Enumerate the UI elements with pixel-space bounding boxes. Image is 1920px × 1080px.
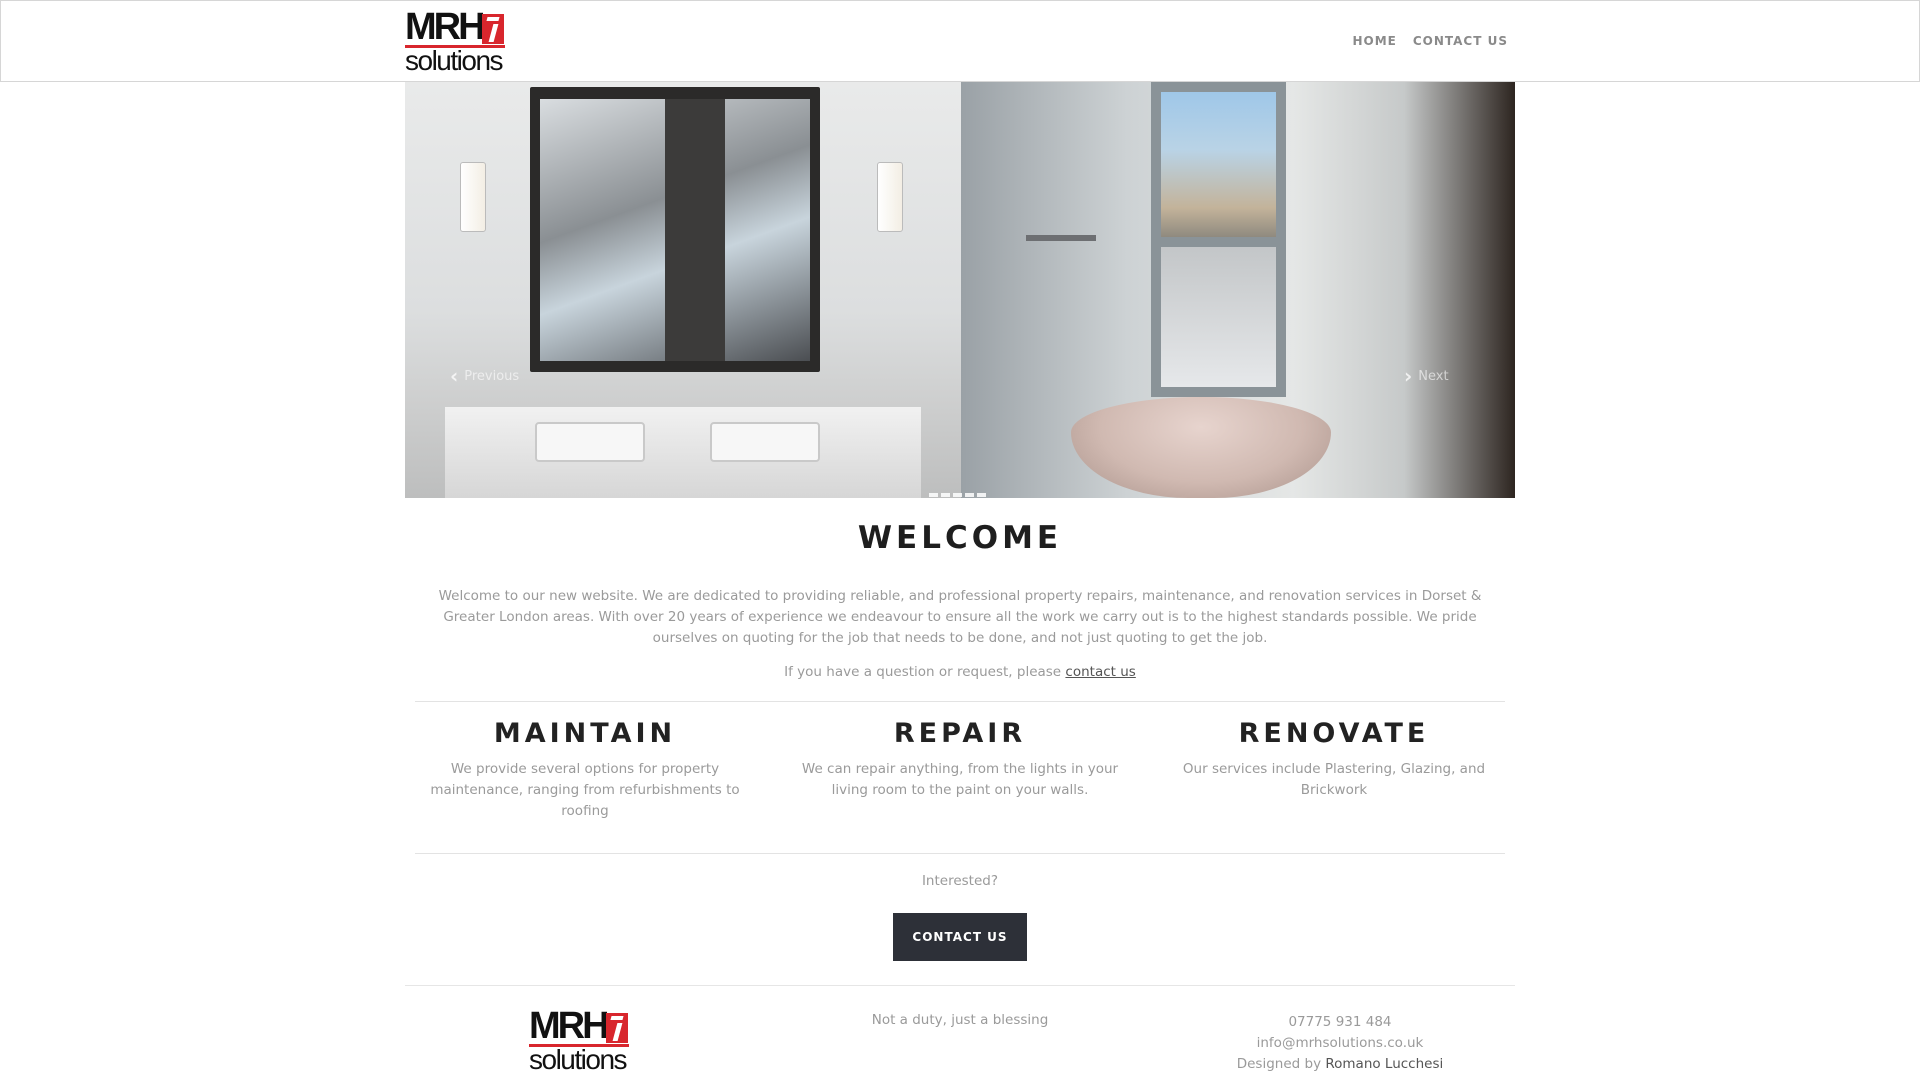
carousel-indicator[interactable]: [953, 493, 962, 497]
wall-light-right: [877, 162, 903, 232]
feature-maintain: MAINTAIN We provide several options for …: [420, 718, 750, 822]
chevron-left-icon: ‹: [450, 364, 459, 388]
carousel-indicator[interactable]: [929, 493, 938, 497]
carousel-indicators: [929, 493, 986, 497]
site-header: MRH solutions HOME CONTACT US: [0, 0, 1920, 82]
carousel-indicator[interactable]: [941, 493, 950, 497]
basin-right: [710, 422, 820, 462]
feature-text: We provide several options for property …: [430, 761, 740, 819]
logo-text-mrh: MRH: [405, 6, 486, 48]
welcome-text: Welcome to our new website. We are dedic…: [438, 588, 1482, 646]
basin-left: [535, 422, 645, 462]
mirror-shape: [530, 87, 820, 372]
feature-title: MAINTAIN: [493, 718, 677, 749]
logo-text-mrh: MRH: [529, 1005, 610, 1047]
carousel-indicator[interactable]: [977, 493, 986, 497]
chevron-right-icon: ›: [1404, 364, 1413, 388]
feature-renovate: RENOVATE Our services include Plastering…: [1169, 718, 1499, 801]
window-shape: [1151, 82, 1286, 397]
wall-light-left: [460, 162, 486, 232]
feature-text: Our services include Plastering, Glazing…: [1182, 761, 1486, 798]
bathtub-shape: [1071, 397, 1331, 498]
carousel-indicator[interactable]: [965, 493, 974, 497]
site-logo[interactable]: MRH solutions: [405, 6, 505, 76]
feature-text: We can repair anything, from the lights …: [801, 761, 1119, 798]
footer-divider: [405, 985, 1515, 986]
footer-contact-info: 07775 931 484 info@mrhsolutions.co.uk De…: [1140, 1012, 1540, 1075]
footer-tagline: Not a duty, just a blessing: [871, 1012, 1049, 1028]
carousel-prev-label: Previous: [464, 368, 520, 384]
carousel-prev-button[interactable]: ‹ Previous: [450, 364, 519, 388]
image-carousel: ‹ Previous › Next: [405, 82, 1515, 498]
nav-home[interactable]: HOME: [1352, 34, 1396, 48]
nav-contact-us[interactable]: CONTACT US: [1413, 34, 1508, 48]
footer-credit: Designed by Romano Lucchesi: [1140, 1054, 1540, 1075]
footer-phone: 07775 931 484: [1288, 1014, 1392, 1030]
slide-image-vanity: [405, 82, 961, 498]
logo-text-solutions: solutions: [405, 45, 504, 76]
section-divider: [415, 853, 1505, 854]
footer-logo[interactable]: MRH solutions: [529, 1005, 629, 1075]
contact-us-button[interactable]: CONTACT US: [893, 913, 1027, 961]
glass-shelf: [1026, 235, 1096, 241]
question-prefix: If you have a question or request, pleas…: [784, 664, 1062, 680]
welcome-heading: WELCOME: [857, 520, 1063, 556]
section-divider: [415, 701, 1505, 702]
logo-mark-icon: [482, 14, 504, 44]
slide-image-bathtub: [961, 82, 1515, 498]
designer-name[interactable]: Romano Lucchesi: [1325, 1056, 1443, 1072]
logo-mark-icon: [606, 1013, 628, 1043]
main-nav: HOME CONTACT US: [1352, 34, 1508, 48]
feature-repair: REPAIR We can repair anything, from the …: [795, 718, 1125, 801]
carousel-next-button[interactable]: › Next: [1404, 364, 1449, 388]
carousel-next-label: Next: [1418, 368, 1449, 384]
designed-by-label: Designed by: [1236, 1056, 1322, 1072]
vanity-counter: [445, 407, 921, 498]
footer-email[interactable]: info@mrhsolutions.co.uk: [1140, 1033, 1540, 1054]
welcome-question: If you have a question or request, pleas…: [405, 664, 1515, 680]
logo-text-solutions: solutions: [529, 1044, 628, 1075]
feature-title: REPAIR: [893, 718, 1027, 749]
contact-us-link[interactable]: contact us: [1065, 664, 1135, 680]
feature-title: RENOVATE: [1238, 718, 1430, 749]
cta-prompt: Interested?: [921, 873, 999, 889]
